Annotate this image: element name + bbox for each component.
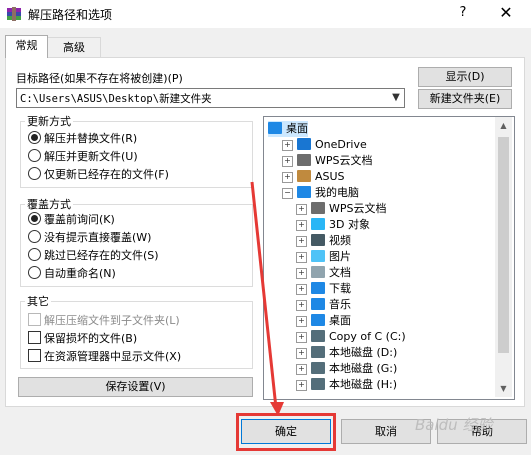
tab-general[interactable]: 常规 [5, 35, 48, 58]
annotation-highlight-box [236, 413, 336, 451]
watermark: Baidu 经验 [415, 416, 493, 434]
annotation-arrow [250, 181, 284, 416]
